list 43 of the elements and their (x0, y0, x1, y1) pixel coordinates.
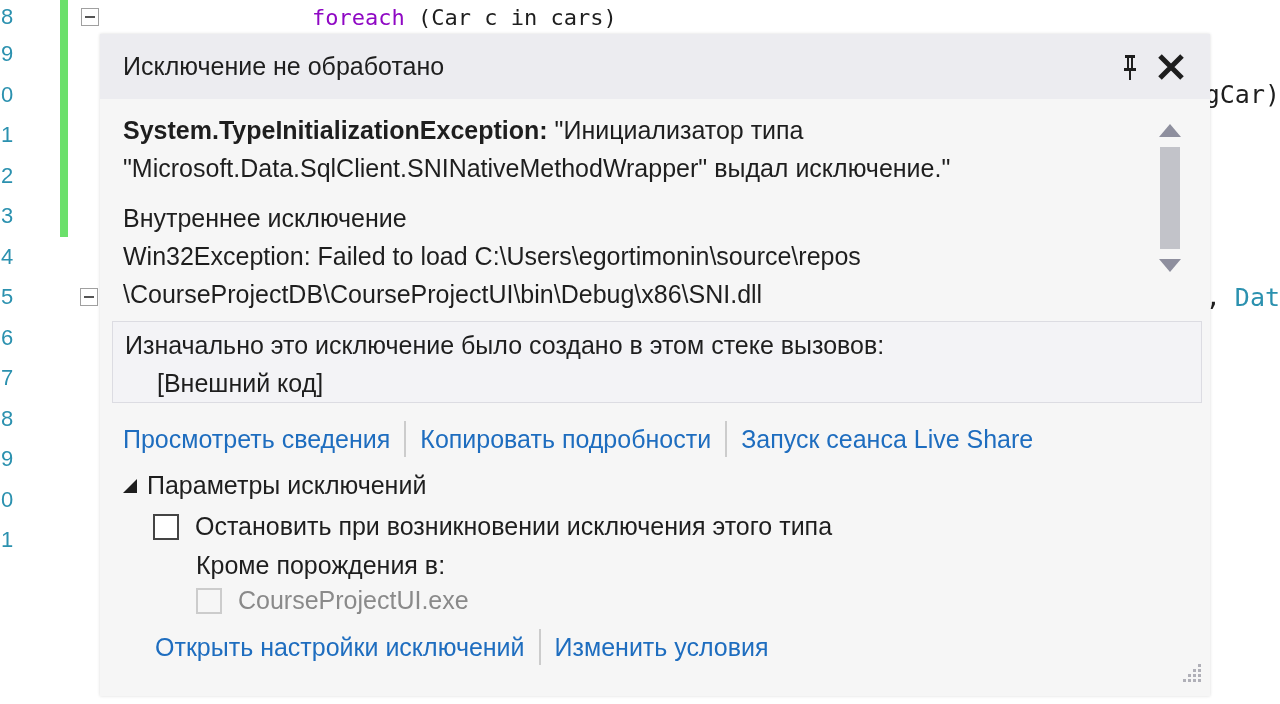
line-number: 9 (0, 446, 15, 473)
link[interactable]: Изменить условия (554, 632, 769, 662)
expand-triangle-icon (123, 478, 137, 493)
line-number: 0 (0, 81, 15, 108)
link[interactable]: Копировать подробности (420, 424, 712, 454)
scrollbar-thumb[interactable] (1160, 147, 1180, 249)
line-number: 0 (0, 486, 15, 513)
line-number: 5 (0, 284, 15, 311)
checkbox-label: Остановить при возникновении исключения этого типа (195, 512, 833, 541)
code-text: , (1205, 282, 1221, 312)
code-text: (Car c in cars) (416, 4, 617, 30)
pin-icon[interactable] (1122, 52, 1138, 81)
line-number: 6 (0, 324, 15, 351)
line-number: 1 (0, 527, 15, 554)
scroll-up-icon[interactable] (1159, 123, 1181, 137)
call-stack-frame: [Внешний код] (125, 364, 1191, 402)
popup-title: Исключение не обработано (123, 52, 445, 81)
call-stack-heading: Изначально это исключение было создано в этом стеке вызовов: (125, 330, 886, 361)
exception-message: System.TypeInitializationException: "Инициализатор типа "Microsoft.Data.SqlClient.SNINativeMethodWrapper" выдал исключение." (123, 115, 952, 184)
line-number: 7 (0, 365, 15, 392)
close-icon[interactable] (1156, 51, 1186, 82)
scroll-down-icon[interactable] (1159, 259, 1181, 273)
line-number: 8 (0, 4, 15, 30)
code-type: Dat (1234, 282, 1280, 312)
option-label: Кроме порождения в: (195, 551, 447, 580)
collapse-icon[interactable] (80, 288, 99, 307)
checkbox[interactable] (153, 513, 179, 540)
code-keyword: foreach (312, 4, 405, 30)
line-number: 1 (0, 122, 15, 149)
settings-expander[interactable]: Параметры исключений (123, 471, 1194, 500)
link[interactable]: Открыть настройки исключений (155, 632, 525, 662)
link[interactable]: Просмотреть сведения (123, 424, 391, 454)
link[interactable]: Запуск сеанса Live Share (741, 424, 1034, 454)
line-number: 2 (0, 162, 15, 189)
inner-exception-heading: Внутреннее исключение (123, 203, 408, 234)
inner-exception-message: Win32Exception: Failed to load C:\Users\egortimonin\source\repos \CourseProjectDB\CourseProjectUI\bin\Debug\x86\SNI.dll (123, 241, 862, 310)
resize-grip-icon[interactable] (1180, 662, 1202, 684)
line-number: 8 (0, 405, 15, 432)
line-number: 9 (0, 41, 15, 68)
line-number: 3 (0, 203, 15, 230)
collapse-icon[interactable] (81, 8, 99, 26)
line-number: 4 (0, 243, 15, 270)
checkbox-label: CourseProjectUI.exe (238, 586, 469, 615)
